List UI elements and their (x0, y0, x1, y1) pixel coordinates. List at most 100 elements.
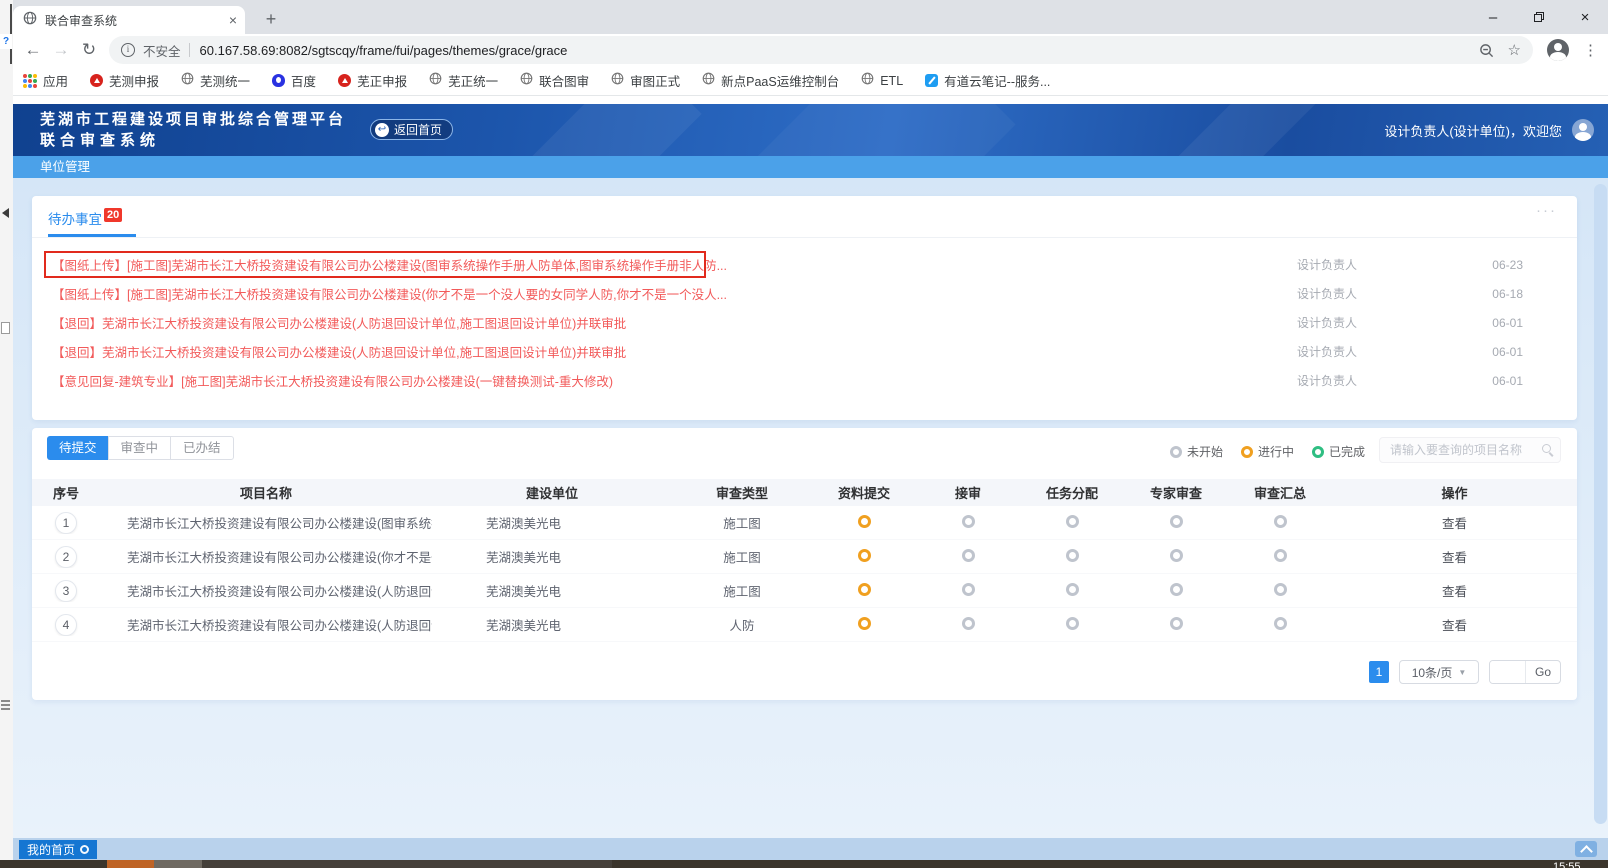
table-row[interactable]: 3 芜湖市长江大桥投资建设有限公司办公楼建设(人防退回设计单位,施... 芜湖澳… (32, 574, 1577, 608)
tab-under-review[interactable]: 审查中 (108, 436, 172, 460)
todo-item-text[interactable]: 【退回】芜湖市长江大桥投资建设有限公司办公楼建设(人防退回设计单位,施工图退回设… (52, 342, 1297, 361)
bookmark-label: 芜测申报 (109, 71, 159, 90)
zoom-out-icon[interactable] (1479, 43, 1494, 58)
todo-item-role: 设计负责人 (1297, 343, 1447, 360)
page-size-select[interactable]: 10条/页 ▼ (1399, 660, 1479, 684)
page-button-1[interactable]: 1 (1369, 661, 1389, 683)
my-home-tab[interactable]: 我的首页 (19, 840, 97, 859)
status-ring-task-assign (1066, 549, 1079, 562)
background-window-strip: ? (0, 0, 13, 860)
status-ring-task-assign (1066, 515, 1079, 528)
bookmark-label: 有道云笔记--服务... (944, 71, 1050, 90)
todo-item[interactable]: 【图纸上传】[施工图]芜湖市长江大桥投资建设有限公司办公楼建设(图审系统操作手册… (52, 250, 1557, 279)
status-tabgroup: 待提交 审查中 已办结 (47, 436, 234, 460)
status-ring-accept (962, 549, 975, 562)
window-close-button[interactable]: × (1562, 0, 1608, 34)
tab-close-icon[interactable]: × (229, 13, 237, 27)
col-action: 操作 (1332, 483, 1577, 502)
apps-grid-icon (23, 74, 37, 88)
info-icon[interactable]: i (121, 43, 135, 57)
bookmark-item[interactable]: 芜正统一 (429, 71, 498, 90)
col-project-name: 项目名称 (100, 483, 432, 502)
todo-item-date: 06-01 (1447, 316, 1557, 330)
todo-item-text[interactable]: 【意见回复-建筑专业】[施工图]芜湖市长江大桥投资建设有限公司办公楼建设(一键替… (52, 371, 1297, 390)
window-minimize-button[interactable]: – (1470, 0, 1516, 34)
bookmark-label: 审图正式 (630, 71, 680, 90)
project-org: 芜湖澳美光电 (432, 513, 672, 532)
tab-todo[interactable]: 待办事宜20 (48, 208, 122, 228)
gray-ring-icon (1170, 446, 1182, 458)
project-name: 芜湖市长江大桥投资建设有限公司办公楼建设(人防退回设计单位,施... (100, 581, 432, 600)
window-restore-button[interactable] (1516, 0, 1562, 34)
browser-tab[interactable]: 联合审查系统 × (13, 6, 245, 34)
bookmarks-bar: 应用 芜测申报 芜测统一 百度 芜正申报 芜正统一 联合图审 审图正式 (13, 66, 1608, 96)
back-button[interactable]: ← (19, 40, 47, 60)
row-number: 1 (55, 512, 77, 534)
tab-pending-submit[interactable]: 待提交 (47, 436, 109, 460)
todo-item[interactable]: 【退回】芜湖市长江大桥投资建设有限公司办公楼建设(人防退回设计单位,施工图退回设… (52, 337, 1557, 366)
projects-table: 序号 项目名称 建设单位 审查类型 资料提交 接审 任务分配 专家审查 审查汇总… (32, 479, 1577, 642)
tab-completed[interactable]: 已办结 (170, 436, 234, 460)
todo-item[interactable]: 【退回】芜湖市长江大桥投资建设有限公司办公楼建设(人防退回设计单位,施工图退回设… (52, 308, 1557, 337)
status-ring-expert-review (1170, 549, 1183, 562)
go-button[interactable]: Go (1526, 661, 1560, 683)
status-ring-expert-review (1170, 515, 1183, 528)
active-tab-underline (48, 234, 136, 237)
page-scrollbar[interactable] (1594, 184, 1607, 824)
table-row[interactable]: 2 芜湖市长江大桥投资建设有限公司办公楼建设(你才不是一个没人要... 芜湖澳美… (32, 540, 1577, 574)
scroll-to-top-button[interactable] (1575, 841, 1597, 857)
todo-item-date: 06-18 (1447, 287, 1557, 301)
status-ring-accept (962, 515, 975, 528)
restore-icon (1534, 12, 1544, 22)
back-home-button[interactable]: ↩ 返回首页 (370, 119, 453, 140)
project-org: 芜湖澳美光电 (432, 547, 672, 566)
taskbar-app-gray[interactable] (154, 860, 202, 868)
todo-item[interactable]: 【意见回复-建筑专业】[施工图]芜湖市长江大桥投资建设有限公司办公楼建设(一键替… (52, 366, 1557, 395)
bookmark-item[interactable]: ETL (861, 72, 903, 90)
new-tab-button[interactable]: + (257, 6, 285, 34)
status-ring-expert-review (1170, 617, 1183, 630)
table-row[interactable]: 1 芜湖市长江大桥投资建设有限公司办公楼建设(图审系统操作手册人... 芜湖澳美… (32, 506, 1577, 540)
todo-panel: 待办事宜20 ··· 【图纸上传】[施工图]芜湖市长江大桥投资建设有限公司办公楼… (32, 196, 1577, 420)
bookmark-item[interactable]: 联合图审 (520, 71, 589, 90)
todo-item-role: 设计负责人 (1297, 314, 1447, 331)
bookmark-apps[interactable]: 应用 (23, 71, 68, 90)
bookmark-item[interactable]: 芜正申报 (338, 71, 407, 90)
todo-item-date: 06-01 (1447, 374, 1557, 388)
reload-button[interactable]: ↻ (75, 40, 103, 60)
todo-item-text[interactable]: 【退回】芜湖市长江大桥投资建设有限公司办公楼建设(人防退回设计单位,施工图退回设… (52, 313, 1297, 332)
system-title: 联合审查系统 (40, 130, 346, 151)
bookmark-item[interactable]: 百度 (272, 71, 316, 90)
table-row[interactable]: 4 芜湖市长江大桥投资建设有限公司办公楼建设(人防退回设计单位,施... 芜湖澳… (32, 608, 1577, 642)
bookmark-item[interactable]: 审图正式 (611, 71, 680, 90)
project-name: 芜湖市长江大桥投资建设有限公司办公楼建设(你才不是一个没人要... (100, 547, 432, 566)
bookmark-item[interactable]: 芜测申报 (90, 71, 159, 90)
red-badge-icon (90, 74, 103, 87)
url-text[interactable]: 60.167.58.69:8082/sgtscqy/frame/fui/page… (200, 43, 1471, 58)
todo-item-text[interactable]: 【图纸上传】[施工图]芜湖市长江大桥投资建设有限公司办公楼建设(你才不是一个没人… (52, 284, 1297, 303)
col-review-summary: 审查汇总 (1228, 483, 1332, 502)
browser-menu-icon[interactable]: ⋮ (1583, 41, 1598, 59)
taskbar-app-orange[interactable] (107, 860, 154, 868)
bookmark-item[interactable]: 有道云笔记--服务... (925, 71, 1050, 90)
user-avatar[interactable] (1572, 119, 1594, 141)
view-link[interactable]: 查看 (1442, 585, 1467, 599)
todo-item-role: 设计负责人 (1297, 256, 1447, 273)
project-org: 芜湖澳美光电 (432, 581, 672, 600)
view-link[interactable]: 查看 (1442, 619, 1467, 633)
subnav-unit-management[interactable]: 单位管理 (13, 156, 1608, 178)
bookmark-item[interactable]: 新点PaaS运维控制台 (702, 71, 839, 90)
bookmark-item[interactable]: 芜测统一 (181, 71, 250, 90)
bookmark-star-icon[interactable]: ☆ (1508, 41, 1521, 59)
forward-button[interactable]: → (47, 40, 75, 60)
search-input[interactable] (1380, 438, 1560, 462)
address-bar[interactable]: i 不安全 60.167.58.69:8082/sgtscqy/frame/fu… (109, 36, 1533, 64)
profile-avatar[interactable] (1547, 39, 1569, 61)
view-link[interactable]: 查看 (1442, 517, 1467, 531)
search-icon[interactable] (1542, 444, 1551, 453)
todo-item[interactable]: 【图纸上传】[施工图]芜湖市长江大桥投资建设有限公司办公楼建设(你才不是一个没人… (52, 279, 1557, 308)
todo-more-icon[interactable]: ··· (1536, 202, 1557, 219)
view-link[interactable]: 查看 (1442, 551, 1467, 565)
goto-page-input[interactable] (1490, 661, 1526, 683)
todo-item-text[interactable]: 【图纸上传】[施工图]芜湖市长江大桥投资建设有限公司办公楼建设(图审系统操作手册… (52, 255, 1297, 274)
